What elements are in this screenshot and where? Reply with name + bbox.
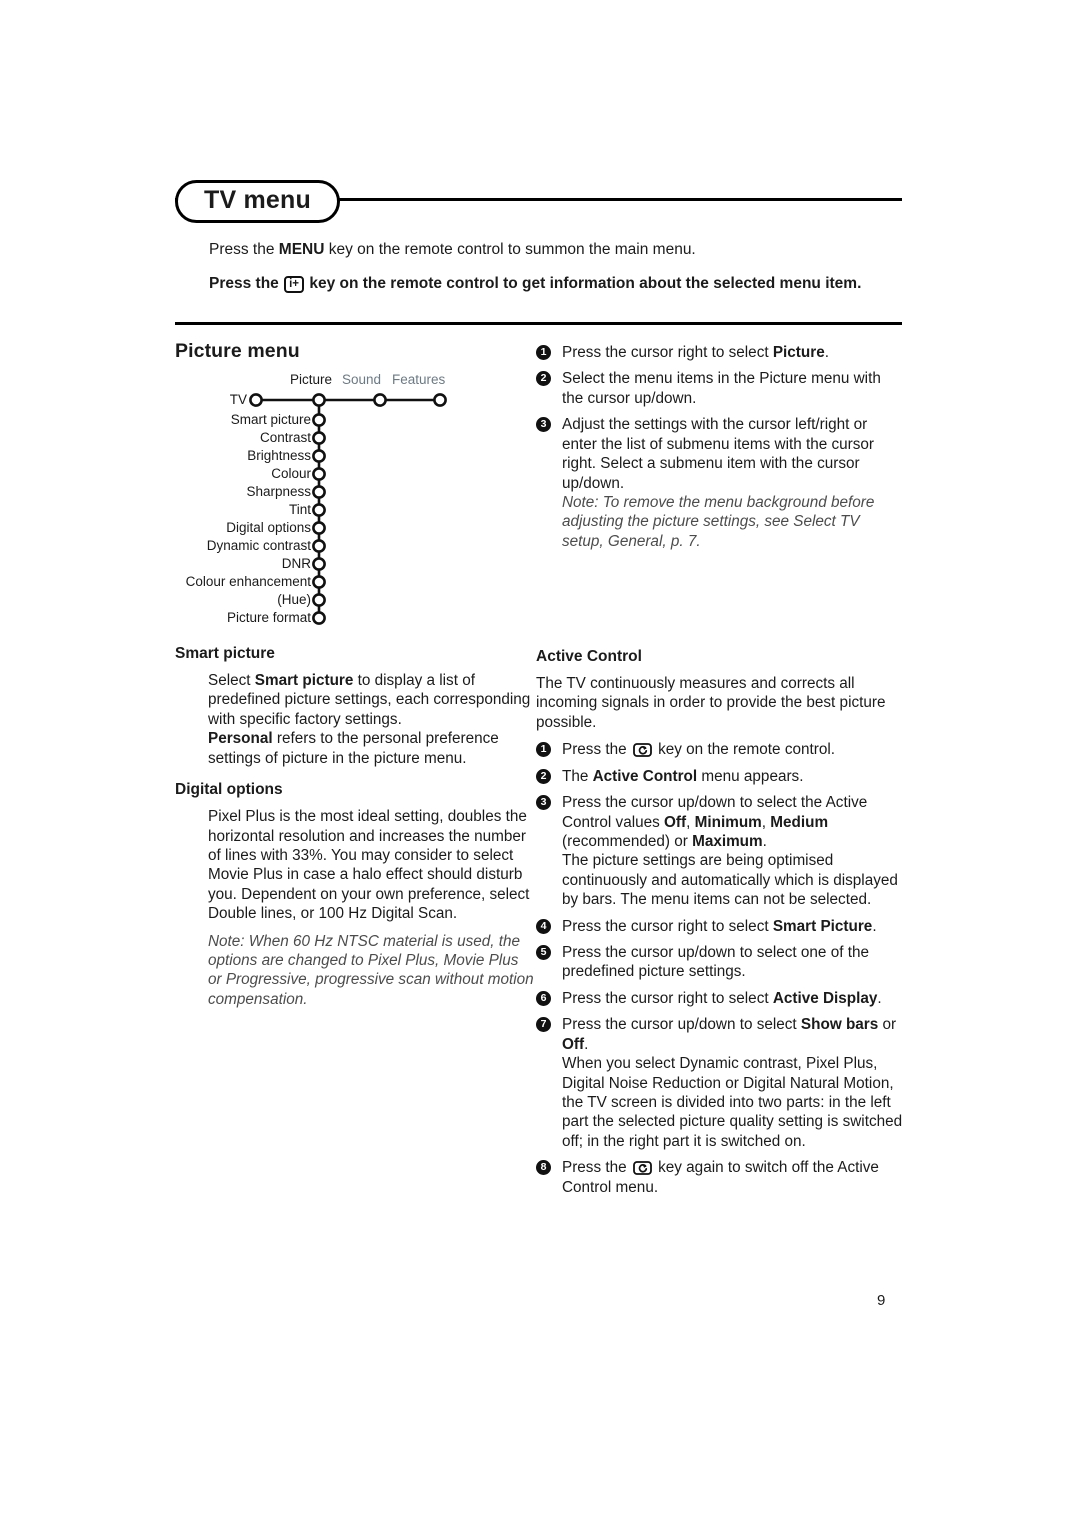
step-text: The Active Control menu appears. — [562, 767, 804, 785]
step-text: Press the cursor up/down to select one o… — [562, 944, 869, 981]
tree-tab-sound: Sound — [342, 372, 382, 387]
tree-item-brightness: Brightness — [247, 448, 311, 463]
page-number: 9 — [877, 1292, 886, 1309]
menu-key-label: MENU — [278, 241, 325, 258]
active-control-step-7: 7 Press the cursor up/down to select Show… — [536, 1015, 904, 1151]
picture-steps-list: 1 Press the cursor right to select Pictur… — [536, 343, 904, 551]
emphasis: Active Display — [772, 989, 878, 1007]
tree-item-colour: Colour — [271, 466, 311, 481]
emphasis: Medium — [770, 813, 829, 831]
step-number-badge: 3 — [536, 795, 551, 811]
active-control-intro: The TV continuously measures and correct… — [536, 675, 886, 731]
step-number-badge: 2 — [536, 371, 551, 387]
document-page: TV menu Press the MENU key on the remote… — [0, 0, 1080, 1528]
step-text: Press the key on the remote control. — [562, 741, 835, 759]
active-control-heading: Active Control — [536, 648, 642, 665]
emphasis: Picture — [772, 344, 825, 361]
active-control-steps-list: 1 Press the key on the remote control. 2 Th… — [536, 740, 904, 1197]
tree-tab-picture: Picture — [290, 372, 333, 387]
picture-step-3: 3 Adjust the settings with the cursor lef… — [536, 415, 904, 551]
step-text: Press the cursor right to select Picture… — [562, 344, 829, 361]
tree-item-contrast: Contrast — [259, 430, 311, 445]
step-text: Press the cursor up/down to select Show … — [562, 1016, 897, 1053]
step-number-badge: 2 — [536, 768, 551, 784]
step-number-badge: 3 — [536, 417, 551, 433]
picture-menu-tree-diagram: Picture Sound Features TV Smart picture … — [175, 372, 515, 632]
active-control-step-2: 2 The Active Control menu appears. — [536, 767, 904, 786]
tree-item-sharpness: Sharpness — [246, 484, 311, 499]
intro-line-info-key: Press the i+ key on the remote control t… — [209, 274, 909, 295]
step-extra-text: The picture settings are being optimised… — [562, 852, 898, 909]
intro-pre: Press the — [209, 241, 279, 258]
step-text: Press the key again to switch off the Ac… — [562, 1159, 879, 1196]
emphasis: Off — [562, 1035, 585, 1053]
tree-item-colour-enhancement: Colour enhancement — [185, 574, 311, 589]
tree-item-dnr: DNR — [281, 556, 311, 571]
info-key-icon: i+ — [284, 276, 305, 293]
step-number-badge: 1 — [536, 345, 551, 360]
page-header: TV menu — [175, 180, 902, 236]
emphasis: Show bars — [800, 1016, 879, 1034]
digital-options-paragraph: Pixel Plus is the most ideal setting, do… — [208, 808, 530, 923]
step-number-badge: 8 — [536, 1160, 551, 1176]
active-control-step-1: 1 Press the key on the remote control. — [536, 740, 904, 759]
intro-bold-pre: Press the — [209, 275, 284, 292]
tree-item-digital-options: Digital options — [226, 520, 311, 535]
step-text: Press the cursor right to select Active … — [562, 989, 882, 1007]
step-number-badge: 4 — [536, 918, 551, 934]
intro-post: key on the remote control to summon the … — [324, 241, 696, 258]
smart-picture-heading: Smart picture — [175, 645, 275, 662]
emphasis: Off — [664, 813, 687, 831]
intro-line-menu-key: Press the MENU key on the remote control… — [209, 240, 909, 261]
active-control-key-icon — [632, 1161, 652, 1176]
step-text: Select the menu items in the Picture men… — [562, 370, 881, 407]
emphasis: Active Control — [592, 767, 698, 785]
step-extra-text: When you select Dynamic contrast, Pixel … — [562, 1055, 903, 1150]
smart-picture-paragraph-2: Personal refers to the personal preferen… — [208, 729, 535, 768]
active-control-key-icon — [632, 743, 652, 758]
intro-bold-post: key on the remote control to get informa… — [305, 275, 862, 292]
left-column: Smart picture Select Smart picture to di… — [175, 645, 535, 1009]
active-control-step-8: 8 Press the key again to switch off the A… — [536, 1158, 904, 1197]
sp-p2-bold: Personal — [208, 730, 273, 748]
active-control-step-6: 6 Press the cursor right to select Active… — [536, 989, 904, 1008]
active-control-step-5: 5 Press the cursor up/down to select one … — [536, 943, 904, 982]
tree-item-hue: (Hue) — [277, 592, 311, 607]
emphasis: Smart Picture — [772, 917, 873, 935]
digital-options-note: Note: When 60 Hz NTSC material is used, … — [208, 932, 534, 1008]
picture-menu-heading: Picture menu — [175, 340, 300, 362]
tree-tab-features: Features — [392, 372, 446, 387]
digital-options-heading: Digital options — [175, 781, 283, 799]
sp-p1-pre: Select — [208, 672, 255, 689]
step-note: Note: To remove the menu background befo… — [562, 493, 875, 550]
active-control-step-4: 4 Press the cursor right to select Smart … — [536, 917, 904, 936]
step-text: Adjust the settings with the cursor left… — [562, 416, 875, 492]
tree-item-dynamic-contrast: Dynamic contrast — [206, 538, 311, 553]
emphasis: Maximum — [692, 832, 763, 850]
picture-steps-column: 1 Press the cursor right to select Pictur… — [536, 343, 904, 558]
page-title: TV menu — [175, 180, 340, 223]
smart-picture-paragraph-1: Select Smart picture to display a list o… — [208, 671, 535, 729]
step-text: Press the cursor up/down to select the A… — [562, 794, 868, 850]
tree-item-smart-picture: Smart picture — [230, 412, 311, 427]
picture-step-1: 1 Press the cursor right to select Pictur… — [536, 343, 904, 362]
sp-p1-bold: Smart picture — [254, 672, 354, 689]
step-number-badge: 1 — [536, 742, 551, 758]
tree-item-tint: Tint — [288, 502, 311, 517]
step-number-badge: 6 — [536, 990, 551, 1006]
section-rule — [175, 322, 902, 325]
picture-step-2: 2 Select the menu items in the Picture me… — [536, 369, 904, 408]
active-control-step-3: 3 Press the cursor up/down to select the … — [536, 793, 904, 910]
step-text: Press the cursor right to select Smart P… — [562, 917, 877, 935]
step-number-badge: 7 — [536, 1017, 551, 1033]
tree-item-picture-format: Picture format — [226, 610, 311, 625]
emphasis: Minimum — [694, 813, 762, 831]
step-number-badge: 5 — [536, 945, 551, 961]
active-control-column: Active Control The TV continuously measu… — [536, 648, 904, 1204]
